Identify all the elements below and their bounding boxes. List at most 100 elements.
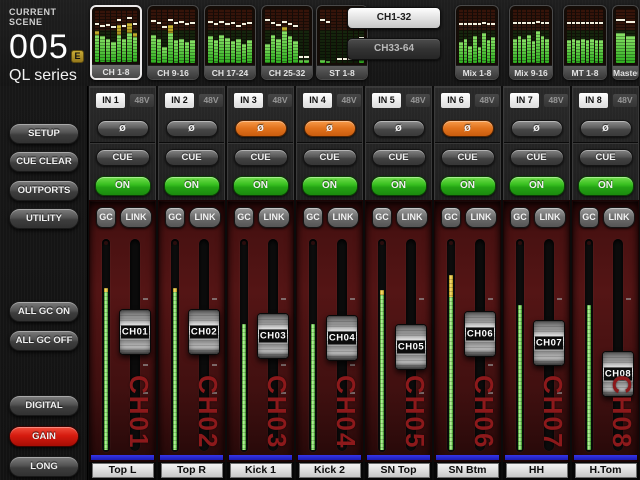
fader-area: CH03 CH03 bbox=[228, 235, 293, 453]
strip-divider bbox=[504, 142, 569, 144]
phase-button[interactable]: ø bbox=[511, 120, 563, 137]
strip-divider bbox=[90, 142, 155, 144]
phase-button[interactable]: ø bbox=[580, 120, 632, 137]
channel-name[interactable]: Kick 1 bbox=[230, 463, 292, 478]
channel-name[interactable]: SN Btm bbox=[437, 463, 499, 478]
fader-handle[interactable]: CH07 bbox=[533, 320, 565, 366]
meter-block-ch1-8[interactable]: CH 1-8 bbox=[90, 5, 142, 80]
link-button[interactable]: LINK bbox=[189, 207, 221, 228]
gain-compensation-button[interactable]: GC bbox=[96, 207, 116, 228]
strip-divider bbox=[573, 142, 638, 144]
channel-name[interactable]: SN Top bbox=[368, 463, 430, 478]
mini-meter bbox=[320, 9, 325, 63]
channel-id-vertical: CH01 bbox=[123, 375, 154, 449]
cue-button[interactable]: CUE bbox=[510, 149, 564, 166]
cue-button[interactable]: CUE bbox=[441, 149, 495, 166]
cue-button[interactable]: CUE bbox=[165, 149, 219, 166]
on-button[interactable]: ON bbox=[164, 176, 220, 196]
gain-compensation-button[interactable]: GC bbox=[441, 207, 461, 228]
long-faders-button[interactable]: LONG FADERS bbox=[9, 456, 79, 477]
all-gc-off-button[interactable]: ALL GC OFF bbox=[9, 330, 79, 351]
on-button[interactable]: ON bbox=[233, 176, 289, 196]
mini-meter bbox=[208, 9, 213, 63]
meter-block-ch17-24[interactable]: CH 17-24 bbox=[204, 5, 256, 80]
channel-name[interactable]: Top L bbox=[92, 463, 154, 478]
fader-handle-label: CH05 bbox=[397, 340, 425, 353]
meter-block-ch9-16[interactable]: CH 9-16 bbox=[147, 5, 199, 80]
fader-handle[interactable]: CH01 bbox=[119, 309, 151, 355]
fader-panel: GC LINK CH07 CH07 bbox=[503, 200, 570, 462]
utility-button[interactable]: UTILITY bbox=[9, 208, 79, 229]
level-meter-green bbox=[518, 305, 522, 450]
level-meter-yellow bbox=[449, 275, 453, 298]
gain-button[interactable]: GAIN bbox=[9, 426, 79, 447]
phase-button[interactable]: ø bbox=[373, 120, 425, 137]
mini-meter bbox=[157, 9, 162, 63]
gain-compensation-button[interactable]: GC bbox=[234, 207, 254, 228]
bank-button-ch33-64[interactable]: CH33-64 bbox=[347, 38, 441, 60]
meter-block-mt1-8[interactable]: MT 1-8 bbox=[563, 5, 607, 80]
meter-block-mix1-8[interactable]: Mix 1-8 bbox=[455, 5, 499, 80]
input-patch-label: IN 7 bbox=[510, 93, 539, 108]
gain-compensation-button[interactable]: GC bbox=[579, 207, 599, 228]
channel-name[interactable]: Top R bbox=[161, 463, 223, 478]
input-patch-label: IN 1 bbox=[96, 93, 125, 108]
meter-block-master[interactable]: Master bbox=[612, 5, 639, 80]
fader-handle[interactable]: CH06 bbox=[464, 311, 496, 357]
fader-handle[interactable]: CH04 bbox=[326, 315, 358, 361]
cue-clear-button[interactable]: CUE CLEAR bbox=[9, 151, 79, 172]
fader-handle[interactable]: CH02 bbox=[188, 309, 220, 355]
mini-meter bbox=[616, 9, 625, 63]
link-button[interactable]: LINK bbox=[327, 207, 359, 228]
on-button[interactable]: ON bbox=[302, 176, 358, 196]
channel-name[interactable]: H.Tom bbox=[575, 463, 637, 478]
phase-button[interactable]: ø bbox=[97, 120, 149, 137]
gain-compensation-button[interactable]: GC bbox=[372, 207, 392, 228]
fader-panel: GC LINK CH04 CH04 bbox=[296, 200, 363, 462]
cue-button[interactable]: CUE bbox=[234, 149, 288, 166]
meter-block-mix9-16[interactable]: Mix 9-16 bbox=[509, 5, 553, 80]
phantom-48v-badge: 48V bbox=[475, 94, 499, 107]
fader-handle[interactable]: CH03 bbox=[257, 313, 289, 359]
phantom-48v-badge: 48V bbox=[337, 94, 361, 107]
digital-button[interactable]: DIGITAL bbox=[9, 395, 79, 416]
link-button[interactable]: LINK bbox=[603, 207, 635, 228]
console-series-label: QL series bbox=[9, 67, 88, 85]
mini-meter bbox=[162, 9, 167, 63]
cue-button[interactable]: CUE bbox=[303, 149, 357, 166]
on-button[interactable]: ON bbox=[578, 176, 634, 196]
mini-meter bbox=[282, 9, 287, 63]
cue-button[interactable]: CUE bbox=[96, 149, 150, 166]
gain-compensation-button[interactable]: GC bbox=[303, 207, 323, 228]
on-button[interactable]: ON bbox=[440, 176, 496, 196]
phase-button[interactable]: ø bbox=[442, 120, 494, 137]
link-button[interactable]: LINK bbox=[465, 207, 497, 228]
phase-button[interactable]: ø bbox=[235, 120, 287, 137]
gain-compensation-button[interactable]: GC bbox=[510, 207, 530, 228]
phase-button[interactable]: ø bbox=[166, 120, 218, 137]
channel-name[interactable]: Kick 2 bbox=[299, 463, 361, 478]
fader-handle-label: CH01 bbox=[121, 325, 149, 338]
on-button[interactable]: ON bbox=[371, 176, 427, 196]
gain-compensation-button[interactable]: GC bbox=[165, 207, 185, 228]
meter-block-ch25-32[interactable]: CH 25-32 bbox=[261, 5, 313, 80]
cue-button[interactable]: CUE bbox=[579, 149, 633, 166]
on-button[interactable]: ON bbox=[509, 176, 565, 196]
channel-name[interactable]: HH bbox=[506, 463, 568, 478]
fader-handle-label: CH02 bbox=[190, 325, 218, 338]
cue-button[interactable]: CUE bbox=[372, 149, 426, 166]
mini-meter bbox=[522, 9, 526, 63]
all-gc-on-button[interactable]: ALL GC ON bbox=[9, 301, 79, 322]
bank-button-ch1-32[interactable]: CH1-32 bbox=[347, 7, 441, 29]
link-button[interactable]: LINK bbox=[258, 207, 290, 228]
channel-name-row: Top L bbox=[89, 462, 156, 480]
on-button[interactable]: ON bbox=[95, 176, 151, 196]
outports-button[interactable]: OUTPORTS bbox=[9, 180, 79, 201]
setup-button[interactable]: SETUP bbox=[9, 123, 79, 144]
phase-button[interactable]: ø bbox=[304, 120, 356, 137]
channel-color-bar bbox=[436, 455, 499, 460]
link-button[interactable]: LINK bbox=[396, 207, 428, 228]
link-button[interactable]: LINK bbox=[534, 207, 566, 228]
fader-handle[interactable]: CH05 bbox=[395, 324, 427, 370]
link-button[interactable]: LINK bbox=[120, 207, 152, 228]
